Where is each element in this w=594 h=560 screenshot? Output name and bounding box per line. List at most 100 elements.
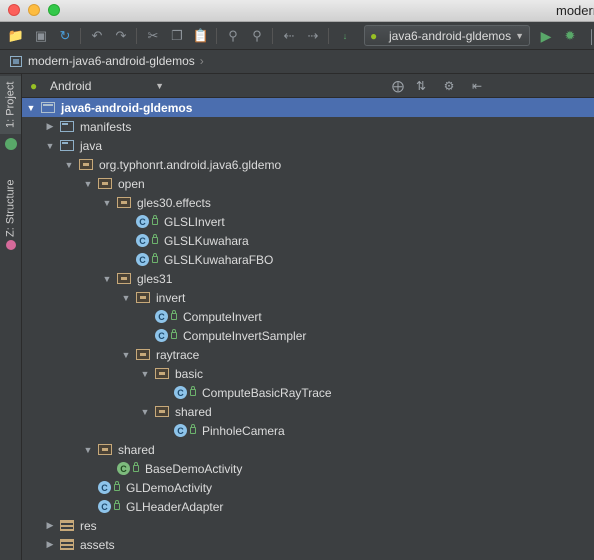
- tree-item-class[interactable]: C GLHeaderAdapter: [22, 497, 594, 516]
- tree-item-label: manifests: [80, 119, 132, 134]
- tree-item-class[interactable]: C GLSLKuwahara: [22, 231, 594, 250]
- tree-item-class[interactable]: C ComputeBasicRayTrace: [22, 383, 594, 402]
- undo-icon[interactable]: ↶: [88, 27, 106, 45]
- tree-item-class[interactable]: C ComputeInvertSampler: [22, 326, 594, 345]
- main-toolbar: 📁 ▣ ↻ ↶ ↷ ✂ ❐ 📋 ⚲ ⚲ ⇠ ⇢ ↓ ● java6-androi…: [0, 22, 594, 50]
- gear-icon[interactable]: ⚙: [440, 77, 458, 95]
- class-icon: C: [174, 386, 187, 399]
- paste-icon[interactable]: 📋: [192, 27, 210, 45]
- zoom-window-button[interactable]: [48, 4, 60, 16]
- class-icon: C: [155, 329, 168, 342]
- tree-item-class[interactable]: C PinholeCamera: [22, 421, 594, 440]
- tree-item-label: raytrace: [156, 347, 200, 362]
- lock-icon: [171, 329, 177, 339]
- lock-icon: [114, 500, 120, 510]
- class-icon: C: [98, 481, 111, 494]
- expand-arrow-down-icon[interactable]: ▼: [102, 274, 112, 284]
- hide-panel-icon[interactable]: ⇤: [468, 77, 486, 95]
- expand-arrow-down-icon[interactable]: ▼: [121, 350, 131, 360]
- run-icon[interactable]: ▶: [537, 27, 555, 45]
- debug-icon[interactable]: ✹: [561, 27, 579, 45]
- scroll-from-source-icon[interactable]: ⨁: [389, 77, 407, 95]
- tree-item-folder[interactable]: ▼ basic: [22, 364, 594, 383]
- copy-icon[interactable]: ❐: [168, 27, 186, 45]
- tree-item-folder[interactable]: ▼ java6-android-gldemos: [22, 98, 594, 117]
- project-view-label: Android: [50, 79, 92, 93]
- forward-icon[interactable]: ⇢: [304, 27, 322, 45]
- tree-item-label: java: [80, 138, 103, 153]
- tree-item-folder[interactable]: ▼ open: [22, 174, 594, 193]
- breadcrumb[interactable]: modern-java6-android-gldemos ›: [10, 54, 204, 68]
- android-icon: [5, 138, 17, 150]
- package-icon: [136, 292, 150, 303]
- folder-icon: [60, 121, 74, 132]
- tree-item-folder[interactable]: ▶ res: [22, 516, 594, 535]
- tree-item-class[interactable]: C BaseDemoActivity: [22, 459, 594, 478]
- package-icon: [155, 368, 169, 379]
- expand-arrow-down-icon[interactable]: ▼: [26, 103, 36, 113]
- sync-icon[interactable]: ↻: [56, 27, 74, 45]
- more-icon[interactable]: │: [583, 27, 594, 45]
- tree-item-label: gles30.effects: [137, 195, 211, 210]
- tree-item-folder[interactable]: ▼ invert: [22, 288, 594, 307]
- run-configuration-select[interactable]: ● java6-android-gldemos ▼: [364, 25, 530, 46]
- tree-item-label: ComputeInvert: [183, 309, 262, 324]
- expand-arrow-right-icon[interactable]: ▶: [45, 520, 55, 531]
- expand-arrow-right-icon[interactable]: ▶: [45, 539, 55, 550]
- make-project-icon[interactable]: ↓: [336, 27, 354, 45]
- tree-item-label: GLHeaderAdapter: [126, 499, 224, 514]
- lock-icon: [152, 253, 158, 263]
- expand-arrow-down-icon[interactable]: ▼: [83, 179, 93, 189]
- expand-arrow-down-icon[interactable]: ▼: [64, 160, 74, 170]
- tree-item-label: GLSLKuwahara: [164, 233, 249, 248]
- run-configuration-label: java6-android-gldemos: [389, 28, 512, 43]
- find-icon[interactable]: ⚲: [224, 27, 242, 45]
- expand-arrow-down-icon[interactable]: ▼: [140, 407, 150, 417]
- minimize-window-button[interactable]: [28, 4, 40, 16]
- tree-item-folder[interactable]: ▼ shared: [22, 402, 594, 421]
- tree-item-label: res: [80, 518, 97, 533]
- tree-item-class[interactable]: C GLSLKuwaharaFBO: [22, 250, 594, 269]
- tree-item-folder[interactable]: ▼ org.typhonrt.android.java6.gldemo: [22, 155, 594, 174]
- window-title: modern: [556, 3, 594, 18]
- tab-project[interactable]: 1: Project: [0, 76, 21, 134]
- tree-item-folder[interactable]: ▼ shared: [22, 440, 594, 459]
- tree-item-folder[interactable]: ▼ java: [22, 136, 594, 155]
- tree-item-class[interactable]: C GLDemoActivity: [22, 478, 594, 497]
- tree-item-label: invert: [156, 290, 186, 305]
- tree-item-folder[interactable]: ▶ manifests: [22, 117, 594, 136]
- replace-icon[interactable]: ⚲: [248, 27, 266, 45]
- expand-arrow-down-icon[interactable]: ▼: [102, 198, 112, 208]
- close-window-button[interactable]: [8, 4, 20, 16]
- project-view-select[interactable]: ● Android ▼: [30, 77, 164, 95]
- res-icon: [60, 520, 74, 531]
- folder-icon: [60, 140, 74, 151]
- save-icon[interactable]: ▣: [32, 27, 50, 45]
- expand-arrow-down-icon[interactable]: ▼: [83, 445, 93, 455]
- tree-item-label: assets: [80, 537, 115, 552]
- tree-item-class[interactable]: C ComputeInvert: [22, 307, 594, 326]
- tree-item-label: shared: [118, 442, 155, 457]
- class-icon: C: [174, 424, 187, 437]
- open-folder-icon[interactable]: 📁: [7, 27, 25, 45]
- structure-icon: [6, 240, 16, 250]
- tree-item-label: ComputeInvertSampler: [183, 328, 307, 343]
- tab-structure[interactable]: Z: Structure: [0, 174, 21, 242]
- tree-item-folder[interactable]: ▶ assets: [22, 535, 594, 554]
- expand-arrow-down-icon[interactable]: ▼: [45, 141, 55, 151]
- redo-icon[interactable]: ↷: [112, 27, 130, 45]
- chevron-right-icon: ›: [199, 54, 204, 68]
- module-icon: [41, 102, 55, 113]
- tree-item-folder[interactable]: ▼ gles30.effects: [22, 193, 594, 212]
- expand-arrow-down-icon[interactable]: ▼: [140, 369, 150, 379]
- tree-item-class[interactable]: C GLSLInvert: [22, 212, 594, 231]
- expand-arrow-down-icon[interactable]: ▼: [121, 293, 131, 303]
- cut-icon[interactable]: ✂: [144, 27, 162, 45]
- package-icon: [155, 406, 169, 417]
- back-icon[interactable]: ⇠: [280, 27, 298, 45]
- tree-item-folder[interactable]: ▼ raytrace: [22, 345, 594, 364]
- collapse-all-icon[interactable]: ⇅: [412, 77, 430, 95]
- android-icon: ●: [370, 28, 378, 43]
- expand-arrow-right-icon[interactable]: ▶: [45, 121, 55, 132]
- tree-item-folder[interactable]: ▼ gles31: [22, 269, 594, 288]
